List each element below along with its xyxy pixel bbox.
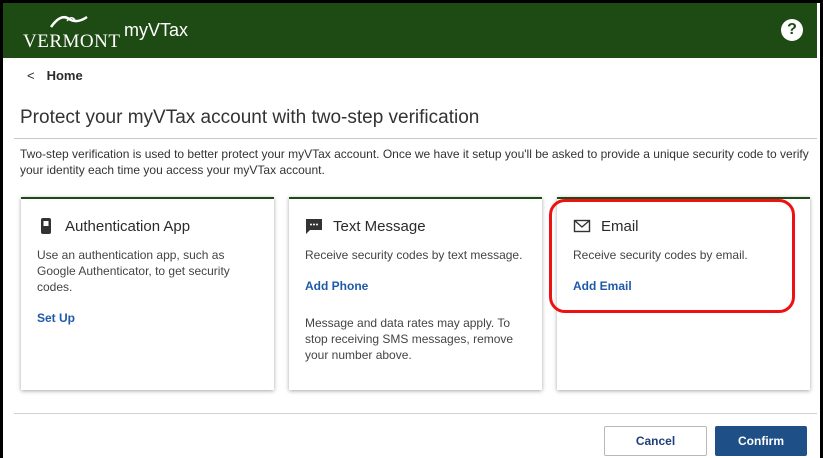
card-title: Text Message — [333, 217, 426, 235]
option-card-authentication-app: Authentication App Use an authentication… — [21, 197, 274, 390]
card-description: Use an authentication app, such as Googl… — [37, 248, 230, 294]
divider — [14, 413, 817, 414]
confirm-button[interactable]: Confirm — [715, 426, 807, 456]
question-circle-icon[interactable]: ? — [781, 19, 803, 41]
card-header: Authentication App — [37, 217, 258, 235]
set-up-link[interactable]: Set Up — [37, 311, 258, 325]
home-label: Home — [46, 68, 83, 83]
app-name: myVTax — [124, 20, 189, 40]
email-option-highlight — [549, 199, 795, 313]
card-description: Receive security codes by text message. — [305, 248, 523, 262]
logo-text: VERMONT — [23, 31, 121, 52]
chevron-left-icon: < — [27, 68, 35, 83]
page-title: Protect your myVTax account with two-ste… — [20, 107, 480, 128]
chat-bubble-icon — [305, 217, 323, 235]
add-phone-link[interactable]: Add Phone — [305, 279, 526, 293]
cancel-button[interactable]: Cancel — [604, 426, 707, 456]
home-breadcrumb-link[interactable]: < Home — [27, 68, 83, 83]
card-header: Text Message — [305, 217, 526, 235]
smartphone-icon — [37, 217, 55, 235]
card-title: Authentication App — [65, 217, 191, 235]
app-header: VERMONT myVTax ? — [3, 3, 817, 58]
vermont-logo[interactable]: VERMONT — [19, 11, 120, 55]
divider — [14, 138, 817, 139]
mountain-logo-icon — [49, 15, 88, 28]
sms-rates-note: Message and data rates may apply. To sto… — [305, 316, 514, 362]
option-card-text-message: Text Message Receive security codes by t… — [289, 197, 542, 390]
intro-text: Two-step verification is used to better … — [20, 147, 809, 177]
